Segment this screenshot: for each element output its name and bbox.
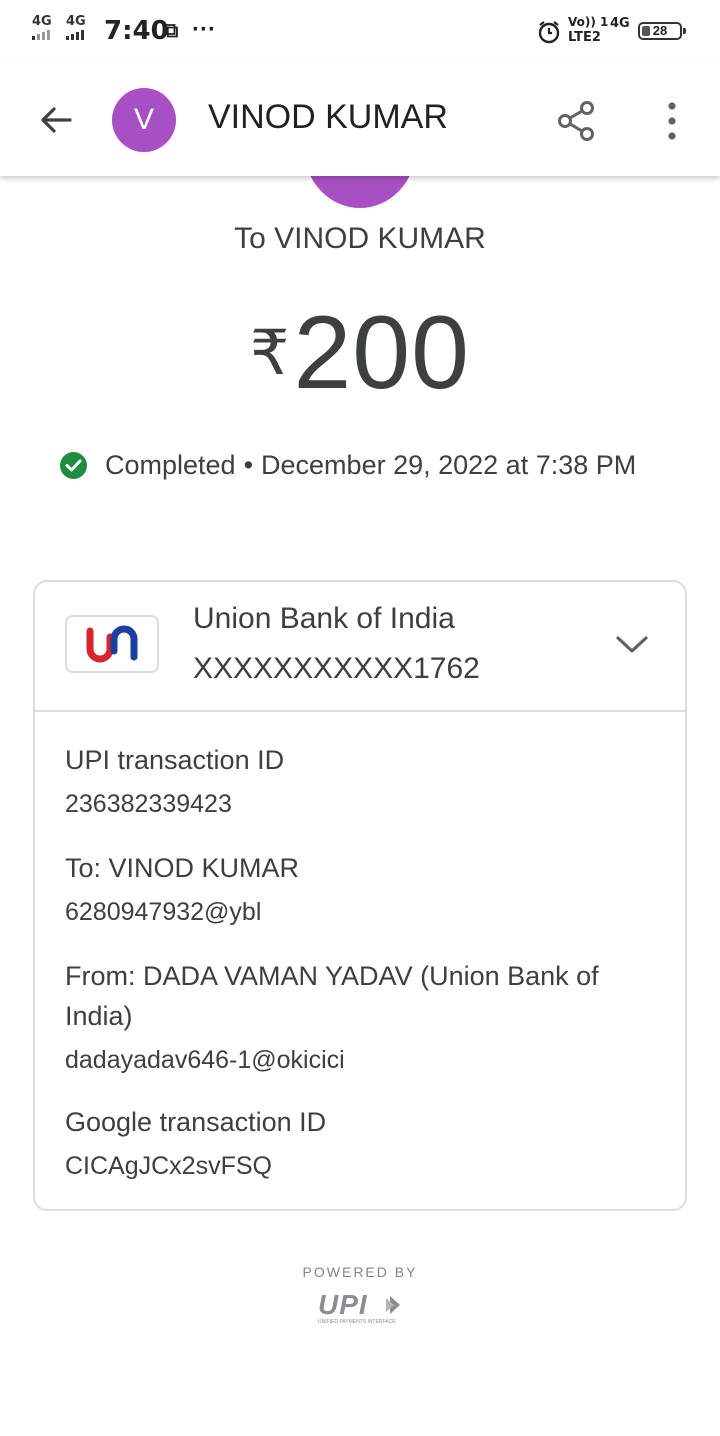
- battery-level: 28: [652, 23, 668, 38]
- recipient-section: To: VINOD KUMAR 6280947932@ybl: [65, 848, 665, 932]
- network-label: 4G: [610, 16, 630, 31]
- back-arrow-icon: [41, 107, 72, 133]
- sim2-network-label: 4G: [66, 14, 86, 29]
- sim1-signal-icon: [32, 30, 50, 40]
- currency-symbol: ₹: [250, 319, 290, 388]
- back-button[interactable]: [34, 98, 78, 142]
- share-icon: [558, 101, 594, 141]
- battery-icon: 28: [638, 22, 686, 40]
- status-time: 7:40: [104, 16, 169, 46]
- sender-upi-id: dadayadav646-1@okicici: [65, 1046, 345, 1074]
- recipient-label: To: VINOD KUMAR: [65, 853, 300, 883]
- contact-name: VINOD KUMAR: [208, 98, 448, 136]
- upi-transaction-id-label: UPI transaction ID: [65, 745, 285, 775]
- alarm-icon: [538, 21, 560, 44]
- upi-logo: UPI UNIFIED PAYMENTS INTERFACE: [316, 1289, 406, 1326]
- sender-section: From: DADA VAMAN YADAV (Union Bank of In…: [65, 956, 665, 1080]
- transaction-datetime: December 29, 2022 at 7:38 PM: [261, 450, 637, 480]
- sim2-signal-icon: [66, 30, 84, 40]
- share-button[interactable]: [554, 98, 600, 144]
- powered-by-label: POWERED BY: [302, 1264, 418, 1280]
- status-text: Completed: [105, 450, 236, 480]
- amount-value: 200: [293, 295, 470, 411]
- bank-account-number: XXXXXXXXXXX1762: [193, 652, 480, 685]
- app-bar: V VINOD KUMAR: [0, 64, 720, 176]
- avatar[interactable]: V: [112, 88, 176, 152]
- transaction-details-card: Union Bank of India XXXXXXXXXXX1762 UPI …: [33, 580, 687, 1211]
- transaction-status: Completed • December 29, 2022 at 7:38 PM: [60, 450, 700, 481]
- more-options-button[interactable]: [654, 98, 690, 144]
- bank-account-row[interactable]: Union Bank of India XXXXXXXXXXX1762: [35, 582, 685, 712]
- google-transaction-id-label: Google transaction ID: [65, 1107, 327, 1137]
- union-bank-logo: [65, 615, 159, 673]
- status-separator: •: [243, 450, 254, 480]
- check-circle-icon: [60, 452, 87, 479]
- upi-transaction-id-section: UPI transaction ID 236382339423: [65, 740, 665, 824]
- sender-label: From: DADA VAMAN YADAV (Union Bank of In…: [65, 961, 599, 1031]
- payment-amount: ₹200: [0, 294, 720, 413]
- recipient-upi-id: 6280947932@ybl: [65, 898, 262, 926]
- more-notifications-icon: ···: [192, 16, 216, 43]
- more-vert-icon: [668, 102, 676, 140]
- recipient-line: To VINOD KUMAR: [234, 222, 486, 255]
- sim1-network-label: 4G: [32, 14, 52, 29]
- upi-tagline: UNIFIED PAYMENTS INTERFACE: [318, 1319, 396, 1325]
- chevron-down-icon: [616, 636, 648, 653]
- lte-label: LTE2: [568, 30, 601, 45]
- google-transaction-id-value: CICAgJCx2svFSQ: [65, 1152, 272, 1180]
- upi-transaction-id-value: 236382339423: [65, 790, 232, 818]
- status-bar: 4G 4G 7:40 ⧉ ··· Vo)) 1 LTE2 4G 28: [0, 0, 720, 64]
- volte-label: Vo)) 1: [568, 15, 609, 29]
- bank-name: Union Bank of India: [193, 602, 455, 635]
- google-transaction-id-section: Google transaction ID CICAgJCx2svFSQ: [65, 1102, 665, 1186]
- upi-logo-text: UPI: [318, 1290, 368, 1320]
- screenshot-icon: ⧉: [164, 20, 179, 42]
